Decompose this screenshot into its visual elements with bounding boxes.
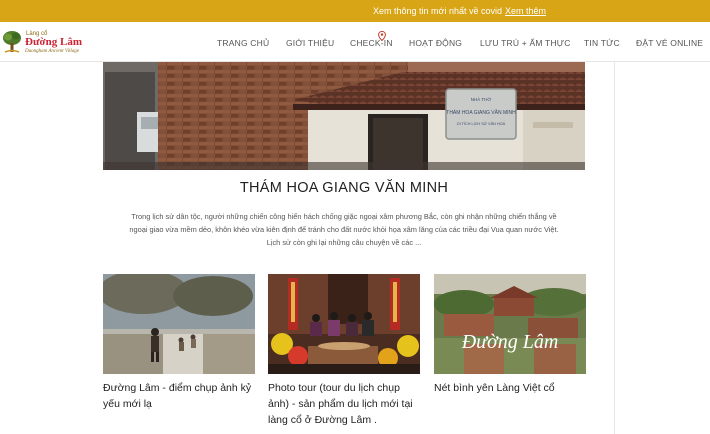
card-title[interactable]: Đường Lâm - điểm chụp ảnh kỷ yếu mới lạ (103, 380, 255, 412)
sidebar-divider (614, 62, 615, 434)
covid-notice-link[interactable]: Xem thêm (505, 6, 546, 16)
article-title[interactable]: THÁM HOA GIANG VĂN MINH (103, 180, 585, 196)
hero-sign-line-1: NHÀ THỜ (471, 96, 492, 102)
logo-main-text: Đường Lâm (25, 35, 83, 48)
nav-item-activities[interactable]: HOẠT ĐỘNG (409, 38, 462, 48)
card-title[interactable]: Photo tour (tour du lịch chụp ảnh) - sản… (268, 380, 420, 428)
site-logo[interactable]: Làng cổ Đường Lâm Duongham Ancient Villa… (2, 28, 102, 56)
hero-sign-line-2: THÁM HOA GIANG VĂN MINH (446, 109, 516, 116)
nav-item-news[interactable]: TIN TỨC (584, 38, 620, 48)
nav-item-book-online[interactable]: ĐẶT VÉ ONLINE (636, 38, 703, 48)
card-overlay-text: Đường Lâm (461, 331, 559, 353)
map-pin-icon (378, 28, 386, 42)
nav-item-checkin[interactable]: CHECK-IN (350, 38, 393, 48)
nav-item-home[interactable]: TRANG CHỦ (217, 38, 269, 48)
nav-item-about[interactable]: GIỚI THIỆU (286, 38, 334, 48)
card-title[interactable]: Nét bình yên Làng Việt cổ (434, 380, 586, 396)
article-excerpt: Trong lịch sử dân tộc, người những chiến… (129, 212, 559, 247)
article-card[interactable]: Đường Lâm - điểm chụp ảnh kỷ yếu mới lạ (103, 274, 255, 412)
logo-subtitle: Duongham Ancient Village (25, 48, 79, 54)
hero-sign-line-3: DI TÍCH LỊCH SỬ VĂN HOÁ (457, 121, 506, 126)
card-thumbnail[interactable] (103, 274, 255, 374)
covid-notice-bar: Xem thông tin mới nhất về covid Xem thêm (0, 0, 710, 22)
nav-item-stay-food[interactable]: LƯU TRÚ + ẨM THỰC (480, 38, 571, 48)
article-card[interactable]: Đường Lâm Nét bình yên Làng Việt cổ (434, 274, 586, 396)
site-header: Làng cổ Đường Lâm Duongham Ancient Villa… (0, 22, 710, 62)
card-thumbnail[interactable] (268, 274, 420, 374)
article-card[interactable]: Photo tour (tour du lịch chụp ảnh) - sản… (268, 274, 420, 428)
card-thumbnail[interactable]: Đường Lâm (434, 274, 586, 374)
article-hero-image[interactable]: NHÀ THỜ THÁM HOA GIANG VĂN MINH DI TÍCH … (103, 62, 585, 170)
covid-notice-text: Xem thông tin mới nhất về covid (373, 6, 502, 16)
tree-logo-icon (2, 30, 22, 54)
